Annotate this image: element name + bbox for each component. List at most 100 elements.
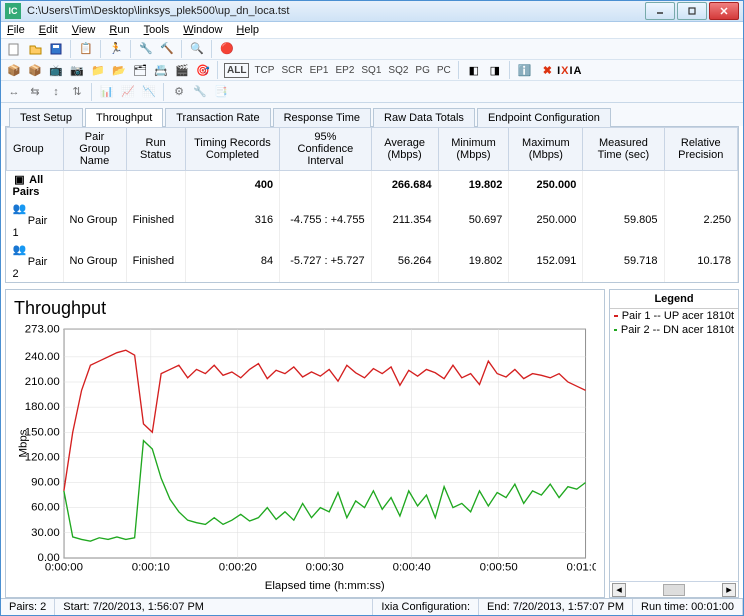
minimize-button[interactable]	[645, 2, 675, 20]
t3-8[interactable]: ⚙	[170, 83, 188, 101]
add1-icon[interactable]: 🔧	[137, 40, 155, 58]
status-pairs: Pairs: 2	[1, 599, 55, 615]
new-icon[interactable]	[5, 40, 23, 58]
tab-raw-data[interactable]: Raw Data Totals	[373, 108, 475, 127]
legend-scrollbar[interactable]: ◂ ▸	[610, 581, 738, 597]
menubar: File Edit View Run Tools Window Help	[1, 22, 743, 37]
toolbar-3: ↔ ⇆ ↕ ⇅ 📊 📈 📉 ⚙ 🔧 📑	[1, 80, 743, 101]
t3-5[interactable]: 📊	[98, 83, 116, 101]
open-icon[interactable]	[26, 40, 44, 58]
info-icon[interactable]: ℹ️	[516, 61, 534, 79]
throughput-chart[interactable]: 0.0030.0060.0090.00120.00150.00180.00210…	[14, 323, 596, 593]
scroll-right-icon[interactable]: ▸	[722, 583, 736, 597]
col-max[interactable]: Maximum (Mbps)	[509, 127, 583, 170]
menu-run[interactable]: Run	[109, 24, 129, 36]
help-icon[interactable]: 🔍	[188, 40, 206, 58]
filter-all[interactable]: ALL	[224, 63, 249, 78]
t2-j[interactable]: 🎯	[194, 61, 212, 79]
table-row[interactable]: 👥 Pair 1 No GroupFinished 316 -4.755 : +…	[7, 200, 738, 241]
filter-scr[interactable]: SCR	[279, 65, 304, 76]
t3-6[interactable]: 📈	[119, 83, 137, 101]
filter-sq1[interactable]: SQ1	[359, 65, 383, 76]
legend-swatch-icon	[614, 315, 618, 317]
t2-i[interactable]: 🎬	[173, 61, 191, 79]
t2-k[interactable]: ◧	[465, 61, 483, 79]
t2-b[interactable]: 📦	[26, 61, 44, 79]
svg-text:90.00: 90.00	[31, 477, 60, 489]
col-pg-name[interactable]: Pair Group Name	[63, 127, 126, 170]
col-min[interactable]: Minimum (Mbps)	[438, 127, 509, 170]
col-time[interactable]: Measured Time (sec)	[583, 127, 664, 170]
svg-text:0:00:30: 0:00:30	[306, 561, 344, 573]
menu-tools[interactable]: Tools	[144, 24, 170, 36]
filter-ep1[interactable]: EP1	[308, 65, 331, 76]
t2-h[interactable]: 📇	[152, 61, 170, 79]
maximize-button[interactable]	[677, 2, 707, 20]
svg-text:120.00: 120.00	[25, 451, 60, 463]
menu-view[interactable]: View	[72, 24, 96, 36]
tab-test-setup[interactable]: Test Setup	[9, 108, 83, 127]
t2-f[interactable]: 📂	[110, 61, 128, 79]
legend-title: Legend	[610, 290, 738, 309]
pair-icon: 👥	[13, 202, 27, 215]
scroll-thumb[interactable]	[663, 584, 685, 596]
t2-g[interactable]: 🗂	[131, 61, 149, 79]
t3-10[interactable]: 📑	[212, 83, 230, 101]
t3-7[interactable]: 📉	[140, 83, 158, 101]
table-row[interactable]: 👥 Pair 2 No GroupFinished 84 -5.727 : +5…	[7, 241, 738, 282]
t3-3[interactable]: ↕	[47, 83, 65, 101]
tab-response-time[interactable]: Response Time	[273, 108, 371, 127]
menu-file[interactable]: File	[7, 24, 25, 36]
status-end: End: 7/20/2013, 1:57:07 PM	[479, 599, 633, 615]
menu-help[interactable]: Help	[236, 24, 259, 36]
legend-item[interactable]: Pair 2 -- DN acer 1810t	[610, 323, 738, 337]
status-ixia: Ixia Configuration:	[373, 599, 479, 615]
tab-endpoint-config[interactable]: Endpoint Configuration	[477, 108, 611, 127]
titlebar[interactable]: IC C:\Users\Tim\Desktop\linksys_plek500\…	[1, 1, 743, 22]
svg-text:0:01:00: 0:01:00	[567, 561, 596, 573]
copy-icon[interactable]: 📋	[77, 40, 95, 58]
tab-throughput[interactable]: Throughput	[85, 108, 163, 127]
window-title: C:\Users\Tim\Desktop\linksys_plek500\up_…	[27, 5, 645, 17]
close-button[interactable]	[709, 2, 739, 20]
filter-pc[interactable]: PC	[435, 65, 453, 76]
filter-sq2[interactable]: SQ2	[386, 65, 410, 76]
t3-9[interactable]: 🔧	[191, 83, 209, 101]
collapse-icon[interactable]: ▣	[13, 173, 27, 186]
tab-strip: Test Setup Throughput Transaction Rate R…	[1, 102, 743, 126]
t3-4[interactable]: ⇅	[68, 83, 86, 101]
stop-icon[interactable]: 🔴	[218, 40, 236, 58]
t2-e[interactable]: 📁	[89, 61, 107, 79]
svg-text:273.00: 273.00	[25, 323, 60, 335]
menu-window[interactable]: Window	[183, 24, 222, 36]
legend-item[interactable]: Pair 1 -- UP acer 1810t	[610, 309, 738, 323]
run-icon[interactable]: 🏃	[107, 40, 125, 58]
filter-tcp[interactable]: TCP	[252, 65, 276, 76]
svg-text:60.00: 60.00	[31, 502, 60, 514]
menu-edit[interactable]: Edit	[39, 24, 58, 36]
col-avg[interactable]: Average (Mbps)	[371, 127, 438, 170]
svg-text:0:00:10: 0:00:10	[132, 561, 170, 573]
filter-pg[interactable]: PG	[413, 65, 431, 76]
summary-row[interactable]: ▣ All Pairs 400 266.684 19.802 250.000	[7, 170, 738, 200]
col-status[interactable]: Run Status	[126, 127, 185, 170]
t2-l[interactable]: ◨	[486, 61, 504, 79]
col-group[interactable]: Group	[7, 127, 64, 170]
tab-transaction-rate[interactable]: Transaction Rate	[165, 108, 270, 127]
col-prec[interactable]: Relative Precision	[664, 127, 737, 170]
t3-1[interactable]: ↔	[5, 83, 23, 101]
filter-ep2[interactable]: EP2	[333, 65, 356, 76]
add2-icon[interactable]: 🔨	[158, 40, 176, 58]
app-window: IC C:\Users\Tim\Desktop\linksys_plek500\…	[0, 0, 744, 616]
col-ci[interactable]: 95% Confidence Interval	[280, 127, 371, 170]
scroll-left-icon[interactable]: ◂	[612, 583, 626, 597]
t3-2[interactable]: ⇆	[26, 83, 44, 101]
save-icon[interactable]	[47, 40, 65, 58]
t2-d[interactable]: 📷	[68, 61, 86, 79]
statusbar: Pairs: 2 Start: 7/20/2013, 1:56:07 PM Ix…	[1, 598, 743, 615]
col-timing[interactable]: Timing Records Completed	[185, 127, 279, 170]
t2-c[interactable]: 📺	[47, 61, 65, 79]
t2-a[interactable]: 📦	[5, 61, 23, 79]
chart-title: Throughput	[14, 298, 596, 319]
toolbar-2: 📦 📦 📺 📷 📁 📂 🗂 📇 🎬 🎯 ALL TCP SCR EP1 EP2 …	[1, 59, 743, 80]
